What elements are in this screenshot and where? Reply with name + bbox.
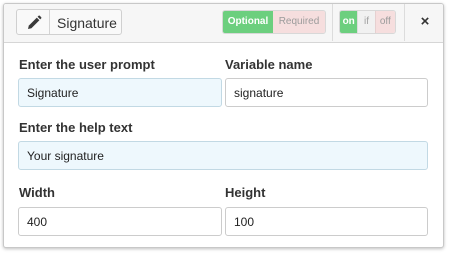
- on-option[interactable]: on: [340, 11, 358, 33]
- state-toggle: on if off: [339, 10, 396, 34]
- variable-label: Variable name: [225, 57, 313, 72]
- if-option[interactable]: if: [357, 11, 375, 33]
- width-input[interactable]: [18, 207, 222, 236]
- prompt-input[interactable]: [18, 78, 222, 107]
- field-title-button[interactable]: Signature: [16, 9, 122, 35]
- help-input[interactable]: [18, 141, 428, 170]
- variable-input[interactable]: [225, 78, 428, 107]
- close-icon[interactable]: ×: [417, 13, 433, 31]
- height-label: Height: [225, 185, 266, 200]
- help-label: Enter the help text: [19, 120, 133, 135]
- height-input[interactable]: [225, 207, 428, 236]
- header-divider: [404, 4, 405, 41]
- title-separator: [49, 10, 50, 34]
- off-option[interactable]: off: [374, 11, 395, 33]
- required-option[interactable]: Required: [273, 11, 325, 33]
- pencil-icon: [25, 14, 43, 32]
- field-title: Signature: [57, 15, 117, 31]
- signature-field-panel: Signature Optional Required on if off × …: [3, 3, 444, 248]
- optional-option[interactable]: Optional: [223, 11, 273, 33]
- panel-header: Signature Optional Required on if off ×: [4, 4, 443, 43]
- prompt-label: Enter the user prompt: [19, 57, 155, 72]
- header-divider: [332, 4, 333, 41]
- width-label: Width: [19, 185, 55, 200]
- required-toggle: Optional Required: [222, 10, 326, 34]
